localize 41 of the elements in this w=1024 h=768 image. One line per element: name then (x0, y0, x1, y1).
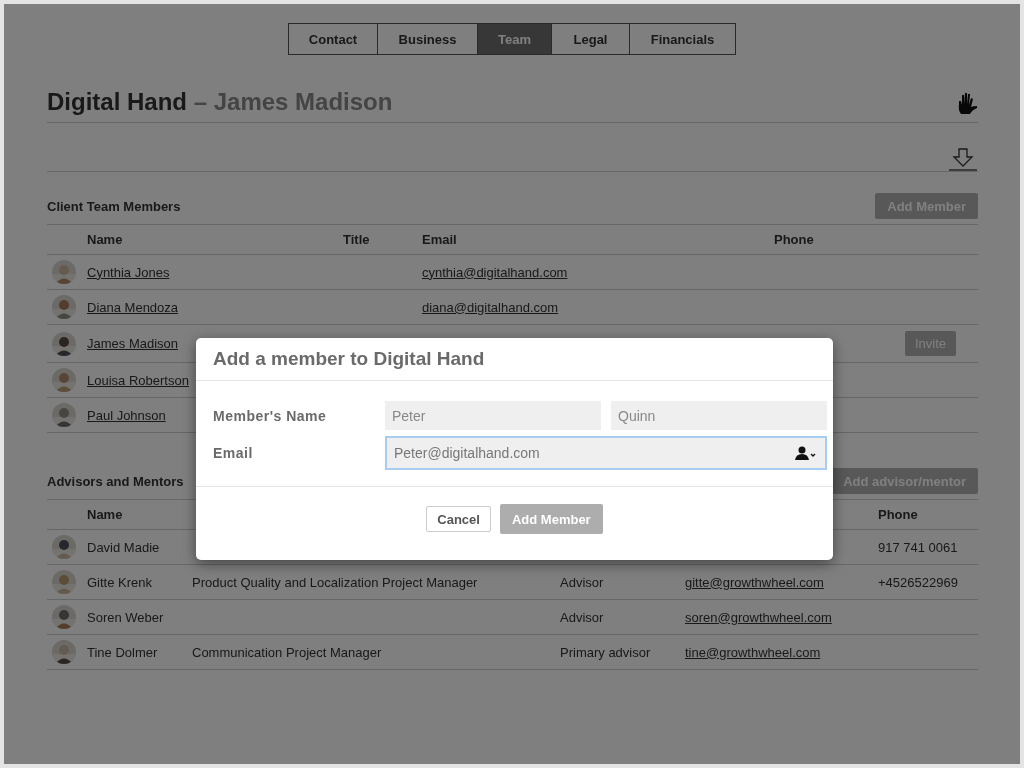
column-header: Phone (774, 232, 814, 247)
section-heading: Client Team Members (47, 198, 181, 214)
dialog-title: Add a member to Digital Hand (196, 338, 833, 381)
member-link[interactable]: Paul Johnson (87, 407, 166, 423)
email-link[interactable]: soren@growthwheel.com (685, 609, 832, 625)
table-cell: +4526522969 (878, 574, 958, 590)
email-link[interactable]: diana@digitalhand.com (422, 299, 559, 315)
table-cell: Advisor (560, 574, 604, 590)
last-name-field[interactable]: Quinn (611, 401, 827, 430)
table-cell: Gitte Krenk (87, 574, 153, 590)
member-link[interactable]: Diana Mendoza (87, 299, 179, 315)
member-link[interactable]: James Madison (87, 336, 179, 351)
table-cell: Communication Project Manager (192, 644, 382, 660)
member-link[interactable]: Cynthia Jones (87, 264, 170, 280)
email-link[interactable]: cynthia@digitalhand.com (422, 264, 568, 280)
column-header: Title (343, 232, 370, 247)
member-link[interactable]: Louisa Robertson (87, 372, 189, 388)
section-heading: Advisors and Mentors (47, 473, 184, 489)
email-link[interactable]: tine@growthwheel.com (685, 644, 821, 660)
column-header: Email (422, 232, 457, 247)
email-field[interactable]: Peter@digitalhand.com (385, 436, 827, 470)
column-header: Name (87, 232, 123, 247)
table-cell: Product Quality and Localization Project Manager (192, 574, 478, 590)
download-icon[interactable] (948, 147, 978, 171)
cancel-button[interactable]: Cancel (426, 506, 491, 532)
table-cell: Soren Weber (87, 609, 164, 625)
field-label: Email (213, 445, 254, 461)
first-name-field[interactable]: Peter (385, 401, 601, 430)
hand-logo-icon (956, 92, 978, 116)
table-cell: David Madie (87, 539, 160, 555)
column-header: Name (87, 507, 123, 522)
email-link[interactable]: gitte@growthwheel.com (685, 574, 824, 590)
table-cell: Primary advisor (560, 644, 651, 660)
column-header: Phone (878, 507, 918, 522)
table-cell: 917 741 0061 (878, 539, 958, 555)
table-cell: Advisor (560, 609, 604, 625)
person-dropdown-icon[interactable] (795, 446, 817, 460)
tab[interactable]: Team (477, 24, 551, 54)
table-cell: Tine Dolmer (87, 644, 158, 660)
field-label: Member's Name (213, 407, 328, 424)
page-title: Digital Hand – James Madison (47, 88, 393, 116)
